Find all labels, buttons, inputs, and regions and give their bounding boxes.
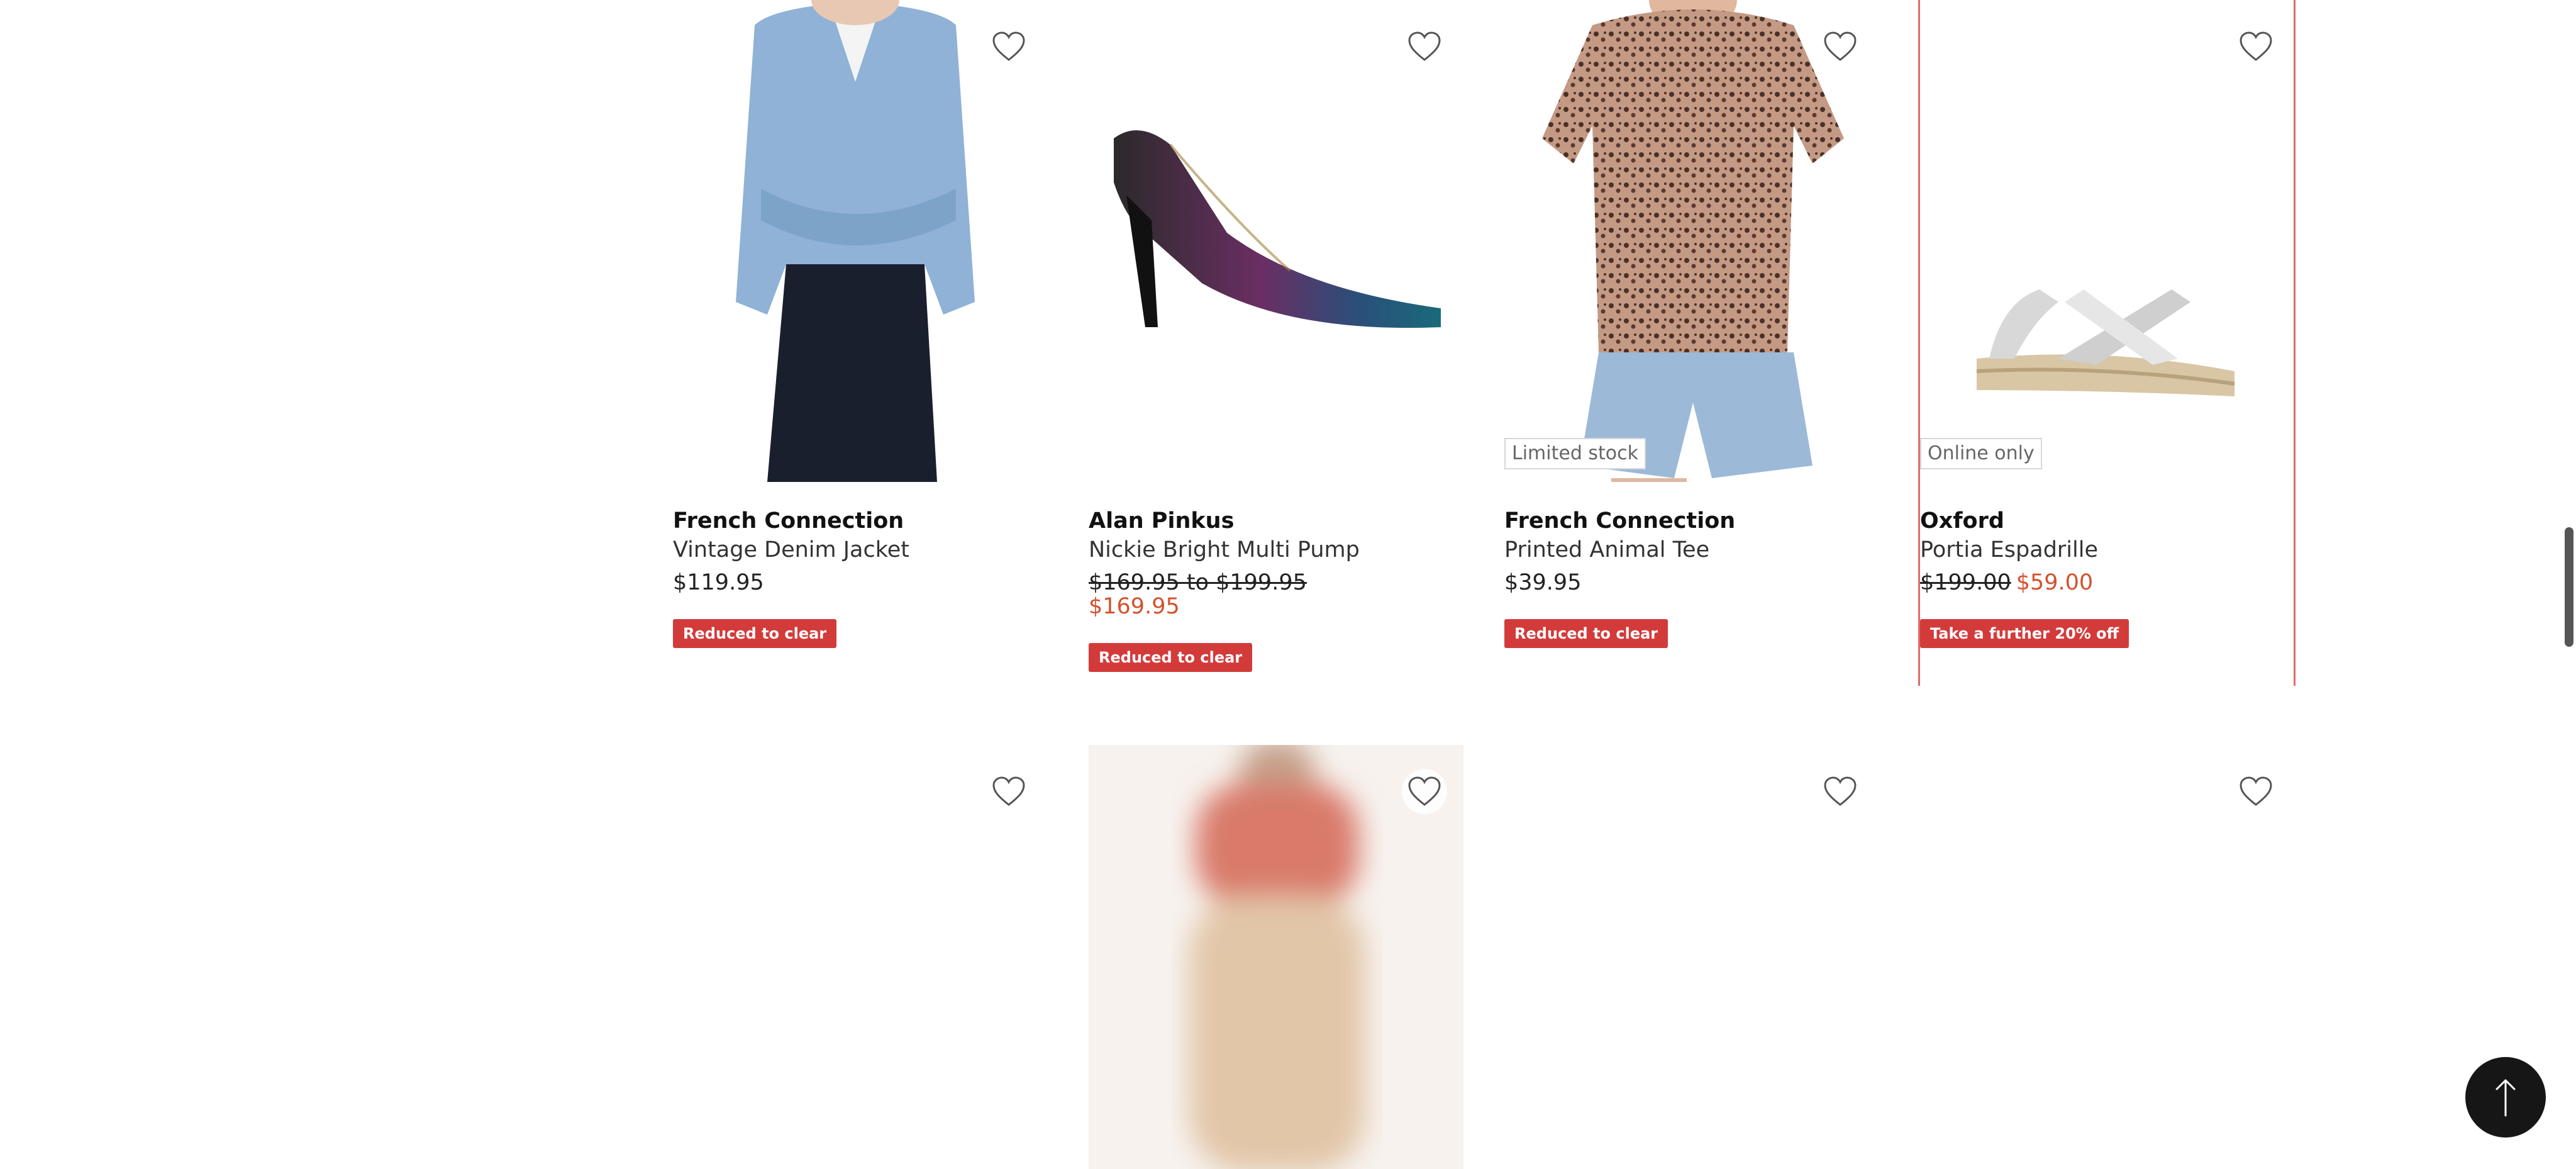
product-card[interactable]: Limited stock French Connection Printed …: [1504, 0, 1879, 686]
stock-tag: Limited stock: [1504, 438, 1646, 469]
product-card[interactable]: [1089, 745, 1463, 1169]
blurred-product-photo: [1089, 745, 1463, 1169]
wishlist-button[interactable]: [2233, 769, 2279, 814]
wishlist-button[interactable]: [2233, 24, 2279, 69]
product-price-range: $169.95 to $199.95: [1089, 570, 1307, 595]
promo-badge: Take a further 20% off: [1920, 619, 2129, 648]
product-price: $39.95: [1504, 570, 1582, 595]
product-name[interactable]: Nickie Bright Multi Pump: [1089, 537, 1360, 562]
now-price: $59.00: [2016, 570, 2094, 595]
was-price: $199.00: [1920, 570, 2011, 595]
product-image[interactable]: Limited stock: [1504, 0, 1879, 482]
promo-badge: Reduced to clear: [1089, 643, 1253, 672]
product-card[interactable]: [673, 745, 1048, 1169]
pump-shoe-photo: [1114, 130, 1441, 328]
heart-outline-icon: [1408, 776, 1441, 806]
page-scrollbar[interactable]: [2561, 0, 2576, 1169]
product-card[interactable]: [1920, 745, 2295, 1169]
animal-tee-photo: [1542, 0, 1844, 482]
wishlist-button[interactable]: [1402, 24, 1447, 69]
product-card[interactable]: Online only Oxford Portia Espadrille $19…: [1918, 0, 2296, 686]
product-price: $199.00 $59.00: [1920, 570, 2093, 595]
heart-outline-icon: [2240, 776, 2272, 806]
product-image[interactable]: [673, 745, 1048, 1169]
product-brand[interactable]: Alan Pinkus: [1089, 508, 1234, 534]
sale-price: $169.95: [1089, 594, 1180, 619]
price-range: $169.95 to $199.95: [1089, 570, 1307, 595]
product-listing-page: French Connection Vintage Denim Jacket $…: [0, 0, 2576, 1169]
promo-badge: Reduced to clear: [673, 619, 837, 648]
wishlist-button[interactable]: [1818, 769, 1863, 814]
heart-outline-icon: [1824, 776, 1857, 806]
product-name[interactable]: Vintage Denim Jacket: [673, 537, 909, 562]
product-brand[interactable]: Oxford: [1920, 508, 2004, 534]
denim-jacket-photo: [736, 0, 975, 482]
stock-tag: Online only: [1920, 438, 2042, 469]
product-card[interactable]: Alan Pinkus Nickie Bright Multi Pump $16…: [1089, 0, 1463, 686]
arrow-up-icon: [2496, 1079, 2516, 1117]
wishlist-button[interactable]: [1402, 769, 1447, 814]
wishlist-button[interactable]: [986, 769, 1031, 814]
product-price: $119.95: [673, 570, 764, 595]
scrollbar-thumb[interactable]: [2565, 527, 2573, 647]
product-name[interactable]: Printed Animal Tee: [1504, 537, 1709, 562]
product-brand[interactable]: French Connection: [673, 508, 904, 534]
product-image[interactable]: [1089, 0, 1463, 482]
product-brand[interactable]: French Connection: [1504, 508, 1735, 534]
wishlist-button[interactable]: [986, 24, 1031, 69]
product-image[interactable]: [1504, 745, 1879, 1169]
product-image[interactable]: [1089, 745, 1463, 1169]
espadrille-sandal-photo: [1976, 289, 2235, 396]
heart-outline-icon: [1408, 31, 1441, 61]
product-image[interactable]: [1920, 745, 2295, 1169]
heart-outline-icon: [1824, 31, 1857, 61]
product-image[interactable]: Online only: [1920, 0, 2295, 482]
wishlist-button[interactable]: [1818, 24, 1863, 69]
heart-outline-icon: [992, 31, 1025, 61]
heart-outline-icon: [2240, 31, 2272, 61]
product-name[interactable]: Portia Espadrille: [1920, 537, 2098, 562]
product-card[interactable]: [1504, 745, 1879, 1169]
promo-badge: Reduced to clear: [1504, 619, 1668, 648]
back-to-top-button[interactable]: [2465, 1057, 2546, 1138]
product-card[interactable]: French Connection Vintage Denim Jacket $…: [673, 0, 1048, 686]
product-image[interactable]: [673, 0, 1048, 482]
heart-outline-icon: [992, 776, 1025, 806]
